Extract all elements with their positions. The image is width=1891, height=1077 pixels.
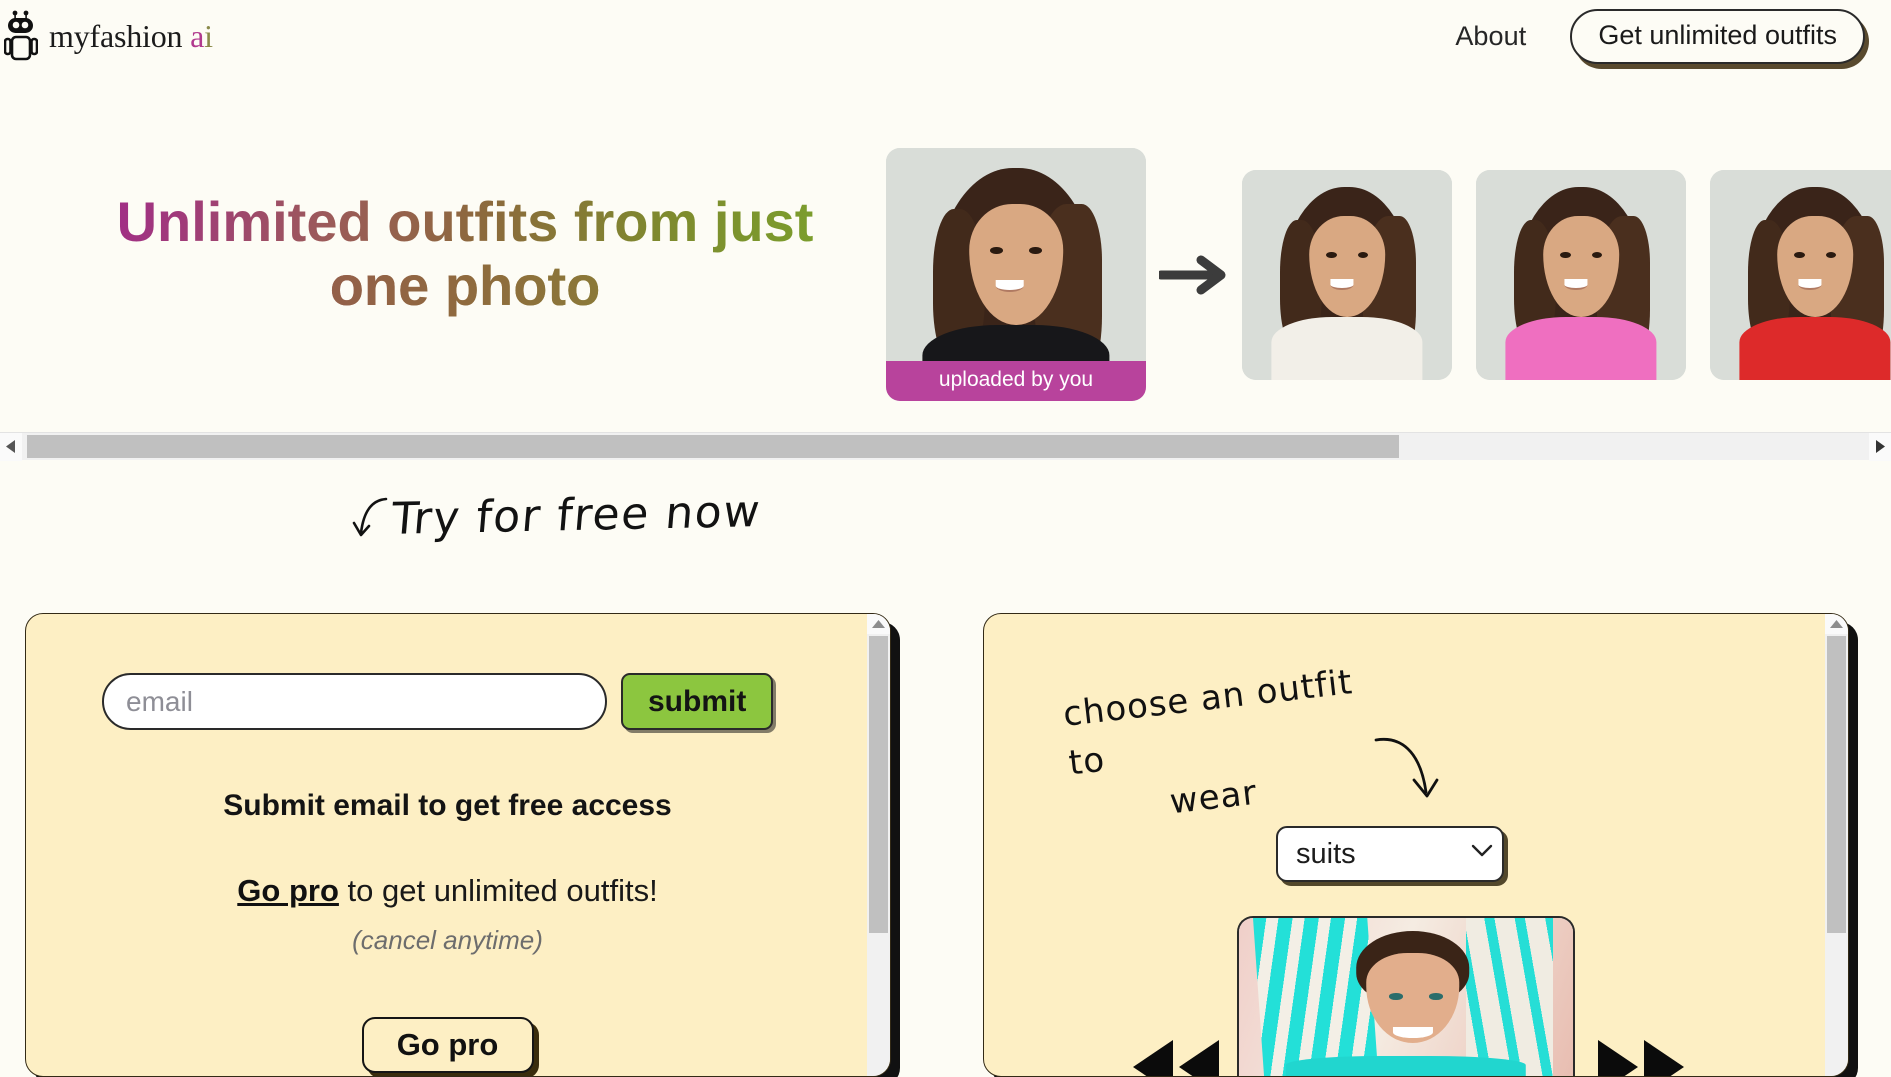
outfit-picker-panel: choose an outfit to wear suits	[983, 613, 1849, 1077]
portrait-illustration	[1242, 170, 1452, 380]
site-header: myfashion ai About Get unlimited outfits	[0, 0, 1891, 72]
next-outfit-button[interactable]	[1594, 1038, 1688, 1076]
previous-outfit-button[interactable]	[1129, 1038, 1223, 1076]
free-access-heading: Submit email to get free access	[223, 789, 672, 822]
left-panel-vertical-scrollbar[interactable]	[867, 614, 890, 1076]
curved-arrow-down-left-icon	[352, 497, 388, 537]
page-title-line-1: Unlimited outfits from just	[116, 190, 814, 253]
try-for-free-callout: Try for free now	[352, 486, 763, 545]
email-input[interactable]	[102, 673, 607, 730]
submit-button[interactable]: submit	[621, 673, 774, 730]
try-for-free-label: Try for free now	[389, 486, 764, 545]
double-left-arrow-icon	[1133, 1040, 1219, 1076]
brand-name-main: myfashion	[49, 17, 183, 54]
uploaded-photo-card[interactable]: uploaded by you	[886, 148, 1146, 401]
outfit-panel-content: choose an outfit to wear suits	[984, 614, 1827, 1076]
choose-outfit-callout: choose an outfit to wear	[1061, 654, 1406, 838]
photo-carousel[interactable]: uploaded by you	[886, 148, 1891, 401]
brand-name-a: a	[190, 17, 205, 54]
get-unlimited-outfits-button[interactable]: Get unlimited outfits	[1570, 8, 1865, 64]
scrollbar-track[interactable]	[22, 433, 1869, 461]
header-nav: About Get unlimited outfits	[1455, 8, 1865, 64]
go-pro-line: Go pro to get unlimited outfits!	[26, 873, 869, 909]
right-panel-vertical-scrollbar[interactable]	[1825, 614, 1848, 1076]
email-form: submit	[102, 673, 774, 730]
hero-section: Unlimited outfits from just one photo up…	[0, 72, 1891, 432]
email-panel-content: submit Submit email to get free access G…	[26, 614, 869, 1076]
robot-icon	[4, 10, 38, 61]
right-arrow-icon	[1159, 255, 1226, 294]
portrait-illustration	[1239, 918, 1573, 1076]
scrollbar-thumb[interactable]	[27, 434, 1399, 458]
nav-about-link[interactable]: About	[1455, 21, 1526, 52]
outfit-photo-card[interactable]	[1476, 170, 1686, 380]
go-pro-link[interactable]: Go pro	[237, 873, 339, 908]
outfit-photo-card[interactable]	[1242, 170, 1452, 380]
uploaded-by-you-badge: uploaded by you	[886, 361, 1146, 401]
portrait-illustration	[1476, 170, 1686, 380]
scroll-left-arrow-icon[interactable]	[0, 432, 22, 461]
go-pro-rest: to get unlimited outfits!	[338, 873, 658, 908]
horizontal-scrollbar[interactable]	[0, 432, 1891, 461]
scroll-right-arrow-icon[interactable]	[1869, 432, 1891, 461]
scroll-up-arrow-icon[interactable]	[1825, 614, 1848, 634]
page-title: Unlimited outfits from just one photo	[70, 190, 860, 318]
email-signup-panel: submit Submit email to get free access G…	[25, 613, 891, 1077]
outfit-photo-card[interactable]	[1710, 170, 1891, 380]
transform-arrow	[1146, 148, 1242, 401]
scrollbar-thumb[interactable]	[869, 636, 888, 933]
brand-name-i: i	[204, 17, 213, 54]
cancel-anytime-note: (cancel anytime)	[352, 925, 543, 955]
page-title-line-2: one photo	[70, 254, 860, 318]
go-pro-button[interactable]: Go pro	[361, 1017, 534, 1073]
scrollbar-thumb[interactable]	[1827, 636, 1846, 933]
scroll-up-arrow-icon[interactable]	[867, 614, 890, 634]
double-right-arrow-icon	[1598, 1040, 1684, 1076]
outfit-select[interactable]: suits	[1276, 826, 1504, 882]
outfit-preview-image[interactable]	[1237, 916, 1575, 1076]
portrait-illustration	[1710, 170, 1891, 380]
brand-name: myfashion ai	[49, 18, 213, 55]
brand-logo[interactable]: myfashion ai	[4, 10, 213, 62]
curved-arrow-down-right-icon	[1374, 737, 1439, 798]
